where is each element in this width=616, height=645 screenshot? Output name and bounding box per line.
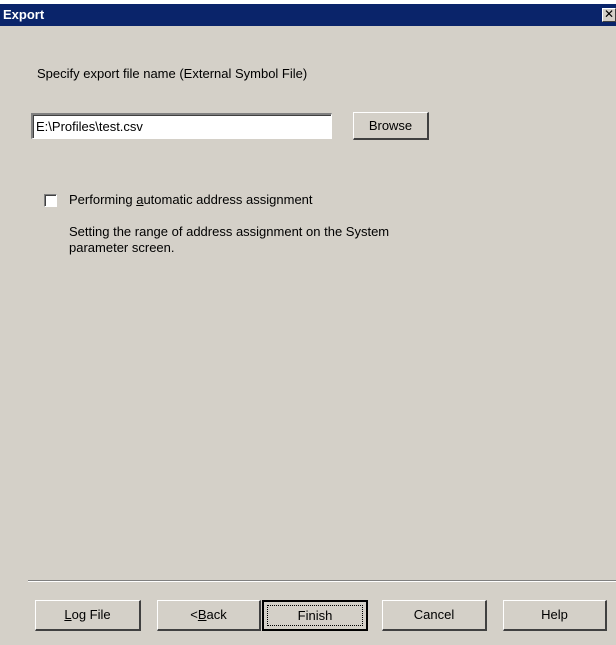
title-bar[interactable]: Export ✕: [0, 4, 616, 26]
close-button[interactable]: ✕: [602, 8, 616, 22]
help-button-label: Help: [541, 607, 568, 622]
instruction-label: Specify export file name (External Symbo…: [37, 66, 308, 81]
note-line-1: Setting the range of address assignment …: [69, 224, 390, 239]
export-dialog: Export ✕ Specify export file name (Exter…: [0, 0, 616, 645]
footer-separator: [28, 580, 616, 582]
finish-button[interactable]: Finish: [262, 600, 368, 631]
note-line-2: parameter screen.: [69, 240, 175, 255]
file-path-input[interactable]: E:\Profiles\test.csv: [31, 113, 332, 139]
cancel-button-label: Cancel: [413, 607, 455, 622]
browse-button[interactable]: Browse: [353, 112, 429, 140]
auto-address-label[interactable]: Performing automatic address assignment: [69, 192, 313, 207]
cancel-button[interactable]: Cancel: [382, 600, 487, 631]
window-title: Export: [3, 7, 45, 22]
back-button[interactable]: <Back: [157, 600, 261, 631]
help-button[interactable]: Help: [503, 600, 607, 631]
close-icon: ✕: [603, 7, 615, 21]
log-file-button[interactable]: Log File: [35, 600, 141, 631]
finish-focus-ring: [267, 605, 363, 626]
browse-button-label: Browse: [368, 118, 413, 133]
auto-address-checkbox[interactable]: [44, 194, 57, 207]
